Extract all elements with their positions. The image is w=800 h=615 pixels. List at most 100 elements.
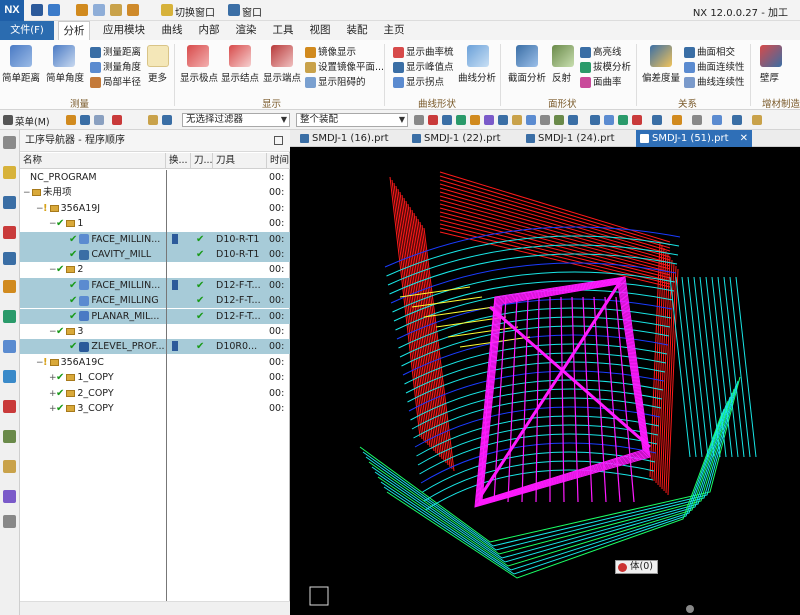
undo-icon[interactable] [48,4,60,16]
table-row[interactable]: ✔ FACE_MILLIN... ✔ D12-F-T... 00: [20,277,290,293]
section-analysis-icon[interactable] [516,45,538,67]
edge-display-icon[interactable] [692,115,702,125]
horizontal-scrollbar[interactable] [20,601,290,615]
table-row[interactable]: NC_PROGRAM 00: [20,170,290,185]
render-style-icon[interactable] [672,115,682,125]
window-icon[interactable] [228,4,240,16]
cut-icon[interactable] [76,4,88,16]
simple-distance-icon[interactable] [10,45,32,67]
machining-feature-navigator-icon[interactable] [3,310,16,323]
table-row[interactable]: ✔ ZLEVEL_PROF... ✔ D10R0... 00: [20,339,290,355]
table-row[interactable]: −✔ 1 00: [20,216,290,231]
tab-internal[interactable]: 内部 [194,21,224,40]
select-all-icon[interactable] [80,115,90,125]
tab-document-16[interactable]: SMDJ-1 (16).prt [296,130,406,147]
selection-filter-dropdown[interactable]: 无选择过滤器 ▼ [182,113,290,127]
switch-window-icon[interactable] [161,4,173,16]
snap-mid-icon[interactable] [442,115,452,125]
expand-icon[interactable]: + [49,371,57,385]
table-row[interactable]: ✔ CAVITY_MILL ✔ D10-R-T1 00: [20,247,290,262]
expand-icon[interactable]: + [49,387,57,401]
snap-control-icon[interactable] [456,115,466,125]
peak-points-button[interactable]: 显示峰值点 [393,59,454,73]
table-row[interactable]: − 未用项 00: [20,185,290,200]
snap-point-icon[interactable] [414,115,424,125]
face-intersect-button[interactable]: 曲面相交 [684,44,735,58]
column-header-time[interactable]: 时间 [267,153,290,169]
tab-render[interactable]: 渲染 [231,21,261,40]
general-selection-icon[interactable] [162,115,172,125]
copy-icon[interactable] [93,4,105,16]
reflection-icon[interactable] [552,45,574,67]
tab-assembly[interactable]: 装配 [342,21,372,40]
table-row[interactable]: +✔ 2_COPY 00: [20,386,290,401]
tab-analysis[interactable]: 分析 [58,21,90,40]
part-navigator-icon[interactable] [3,226,16,239]
selection-scope-dropdown[interactable]: 整个装配 ▼ [296,113,408,127]
snap-icon[interactable] [112,115,122,125]
section-analysis-button[interactable]: 截面分析 [508,70,546,84]
tab-tools[interactable]: 工具 [268,21,298,40]
expand-icon[interactable]: + [49,402,57,416]
face-curvature-button[interactable]: 面曲率 [580,74,622,88]
snap-exist-icon[interactable] [554,115,564,125]
assembly-navigator-icon[interactable] [3,166,16,179]
process-studio-icon[interactable] [3,430,16,443]
save-icon[interactable] [31,4,43,16]
rotate-icon[interactable] [618,115,628,125]
table-row[interactable]: −! 356A19J 00: [20,201,290,216]
pan-icon[interactable] [632,115,642,125]
column-header-tool[interactable]: 刀具 [213,153,267,169]
snap-intersect-icon[interactable] [470,115,480,125]
table-row[interactable]: +✔ 3_COPY 00: [20,401,290,416]
tab-view[interactable]: 视图 [305,21,335,40]
tab-curve[interactable]: 曲线 [157,21,187,40]
show-knots-button[interactable]: 显示结点 [221,70,259,84]
show-knots-icon[interactable] [229,45,251,67]
operation-navigator-icon[interactable] [3,252,16,265]
snap-quadrant-icon[interactable] [498,115,508,125]
inflections-button[interactable]: 显示拐点 [393,74,444,88]
system-scene-icon[interactable] [3,515,16,528]
mirror-display-button[interactable]: 镜像显示 [305,44,356,58]
close-icon[interactable]: ✕ [740,130,748,147]
deviation-button[interactable]: 偏差度量 [642,70,680,84]
table-row[interactable]: −✔ 2 00: [20,262,290,277]
simple-angle-icon[interactable] [53,45,75,67]
snap-curve-icon[interactable] [526,115,536,125]
column-splitter[interactable] [166,170,167,615]
show-poles-icon[interactable] [187,45,209,67]
repeat-command-icon[interactable] [127,4,139,16]
measure-angle-button[interactable]: 测量角度 [90,59,141,73]
measure-distance-button[interactable]: 测量距离 [90,44,141,58]
zoom-icon[interactable] [604,115,614,125]
draft-analysis-button[interactable]: 拔模分析 [580,59,631,73]
collapse-icon[interactable]: − [49,263,57,277]
tab-document-22[interactable]: SMDJ-1 (22).prt [408,130,520,147]
select-filter-icon[interactable] [66,115,76,125]
clear-selection-icon[interactable] [94,115,104,125]
show-endpoints-icon[interactable] [271,45,293,67]
local-radius-button[interactable]: 局部半径 [90,74,141,88]
table-row[interactable]: −✔ 3 00: [20,324,290,339]
column-header-tool-change[interactable]: 换... [166,153,191,169]
highlight-lines-button[interactable]: 高亮线 [580,44,622,58]
file-menu-button[interactable]: 文件(F) [0,21,54,40]
table-row[interactable]: ✔ PLANAR_MIL... ✔ D12-F-T... 00: [20,308,290,324]
snap-face-icon[interactable] [512,115,522,125]
fit-view-icon[interactable] [590,115,600,125]
collapse-icon[interactable]: − [49,325,57,339]
simple-angle-button[interactable]: 简单角度 [46,70,84,84]
tab-application[interactable]: 应用模块 [98,21,150,40]
customize-icon[interactable] [752,115,762,125]
show-obstructed-button[interactable]: 显示阻碍的 [305,74,366,88]
menu-button[interactable]: 菜单(M) [15,114,50,128]
reuse-library-icon[interactable] [3,340,16,353]
snap-center-icon[interactable] [484,115,494,125]
curve-analysis-icon[interactable] [467,45,489,67]
table-row[interactable]: −! 356A19C 00: [20,355,290,370]
web-browser-icon[interactable] [3,370,16,383]
layer-settings-icon[interactable] [712,115,722,125]
more-icon[interactable] [147,45,169,67]
curvature-comb-button[interactable]: 显示曲率梳 [393,44,454,58]
